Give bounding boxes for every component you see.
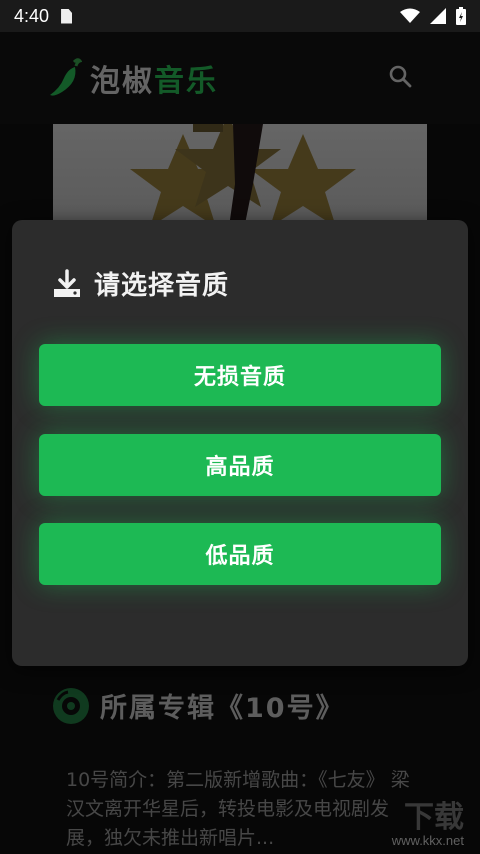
status-bar: 4:40: [0, 0, 480, 32]
watermark: 下载 www.kkx.net: [391, 801, 464, 849]
high-quality-button[interactable]: 高品质: [39, 434, 441, 496]
low-quality-button[interactable]: 低品质: [39, 523, 441, 585]
watermark-logo-text: 下载: [404, 801, 464, 834]
lossless-quality-button[interactable]: 无损音质: [39, 344, 441, 406]
sim-card-icon: [61, 8, 73, 24]
dialog-header: 请选择音质: [52, 265, 229, 302]
status-icons: [400, 7, 466, 25]
dialog-title: 请选择音质: [94, 271, 230, 301]
status-time: 4:40: [14, 5, 50, 26]
quality-dialog: 请选择音质 无损音质 高品质 低品质: [12, 220, 468, 666]
battery-charging-icon: [456, 7, 466, 25]
signal-icon: [430, 8, 446, 24]
download-icon: [54, 268, 80, 297]
watermark-url: www.kkx.net: [391, 833, 464, 848]
wifi-icon: [400, 8, 420, 23]
